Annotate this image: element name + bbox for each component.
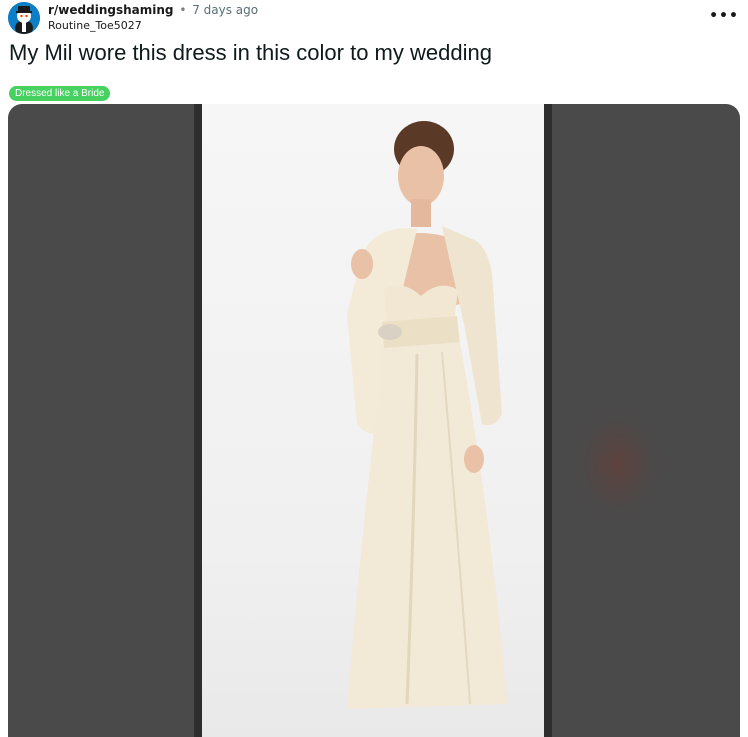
post-media[interactable]: [8, 104, 740, 737]
more-options-icon: •••: [709, 8, 739, 24]
post-header: r/weddingshaming • 7 days ago Routine_To…: [8, 2, 740, 36]
post-title[interactable]: My Mil wore this dress in this color to …: [9, 38, 492, 68]
background-blur: [563, 394, 673, 534]
subreddit-avatar-icon[interactable]: [8, 2, 40, 34]
post-image[interactable]: [194, 104, 552, 737]
author-link[interactable]: Routine_Toe5027: [48, 19, 142, 33]
post-flair[interactable]: Dressed like a Bride: [9, 86, 111, 101]
post-age: 7 days ago: [192, 3, 259, 17]
meta-separator: •: [179, 3, 187, 17]
more-options-button[interactable]: •••: [709, 6, 739, 26]
post-meta: r/weddingshaming • 7 days ago: [48, 3, 258, 18]
dress-photo-illustration: [347, 121, 507, 709]
subreddit-link[interactable]: r/weddingshaming: [48, 3, 173, 17]
